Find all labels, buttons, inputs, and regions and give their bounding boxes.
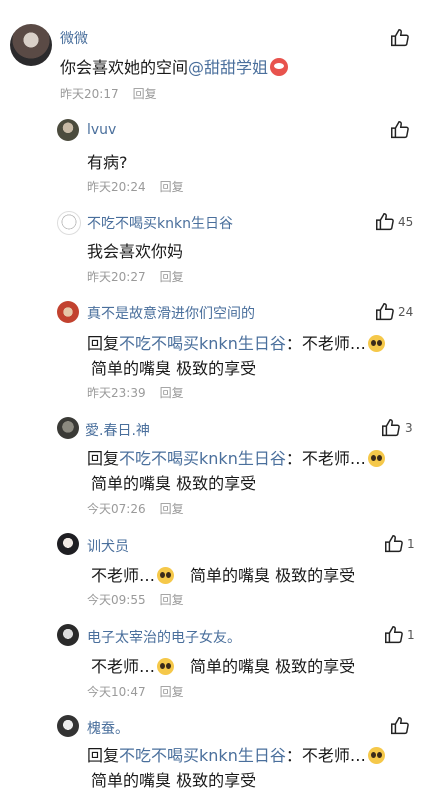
comment-text-prefix: 你会喜欢她的空间 [60, 58, 189, 77]
thumbs-up-icon[interactable] [389, 27, 411, 49]
thumbs-up-icon[interactable] [380, 417, 402, 439]
reply-meta: 今天09:55 回复 [87, 591, 184, 608]
timestamp: 今天09:55 [87, 593, 146, 607]
reply-text-line2: 简单的嘴臭 极致的享受 [91, 359, 257, 378]
like-count: 24 [398, 305, 414, 319]
avatar[interactable] [57, 417, 79, 439]
reply-button[interactable]: 回复 [160, 270, 184, 284]
reply-meta: 今天07:26 回复 [87, 500, 184, 517]
reply-text-a: 不老师… [91, 566, 156, 585]
thumbs-up-icon[interactable] [389, 715, 411, 737]
reply-text-a: 不老师… [91, 657, 156, 676]
timestamp: 今天10:47 [87, 685, 146, 699]
thumbs-up-icon[interactable] [383, 533, 405, 555]
reply-button[interactable]: 回复 [133, 87, 157, 101]
reply-author[interactable]: 真不是故意滑进你们空间的 [87, 303, 255, 323]
reply-text: 不老师… 简单的嘴臭 极致的享受 [91, 562, 355, 586]
avatar[interactable] [57, 119, 79, 141]
reply-prefix: 回复 [87, 334, 120, 353]
reply-author[interactable]: 槐蚕。 [87, 718, 129, 738]
avatar[interactable] [57, 301, 79, 323]
comment-author[interactable]: 微微 [60, 28, 88, 48]
pleading-face-emoji [367, 335, 385, 352]
like-count: 45 [398, 215, 414, 229]
thumbs-up-icon[interactable] [374, 211, 396, 233]
reply-author[interactable]: 不吃不喝买knkn生日谷 [87, 213, 233, 233]
reply-meta: 昨天20:27 回复 [87, 268, 184, 285]
reply-author[interactable]: 愛.春日.神 [85, 420, 150, 440]
pleading-face-emoji [157, 567, 175, 584]
pleading-face-emoji [367, 450, 385, 467]
reply-author[interactable]: 训犬员 [87, 536, 129, 556]
reply-meta: 昨天20:24 回复 [87, 178, 184, 195]
reply-text-suffix: ：不老师… [285, 746, 366, 765]
reply-prefix: 回复 [87, 746, 120, 765]
timestamp: 昨天20:27 [87, 270, 146, 284]
reply-meta: 昨天23:39 回复 [87, 384, 184, 401]
reply-text-line2: 简单的嘴臭 极致的享受 [91, 474, 257, 493]
reply-text: 回复不吃不喝买knkn生日谷：不老师… [87, 330, 387, 354]
reply-author[interactable]: 电子太宰治的电子女友。 [87, 627, 241, 647]
reply-text: 回复不吃不喝买knkn生日谷：不老师… [87, 742, 387, 766]
reply-text-suffix: ：不老师… [285, 449, 366, 468]
reply-button[interactable]: 回复 [160, 386, 184, 400]
avatar[interactable] [57, 211, 81, 235]
pleading-face-emoji [367, 747, 385, 764]
reply-button[interactable]: 回复 [160, 180, 184, 194]
reply-text-b: 简单的嘴臭 极致的享受 [190, 657, 356, 676]
mention-link[interactable]: 不吃不喝买knkn生日谷 [119, 449, 286, 468]
reply-button[interactable]: 回复 [160, 502, 184, 516]
reply-button[interactable]: 回复 [160, 685, 184, 699]
reply-text: 有病? [87, 153, 128, 172]
timestamp: 今天07:26 [87, 502, 146, 516]
reply-text-suffix: ：不老师… [285, 334, 366, 353]
reply-text-line2: 简单的嘴臭 极致的享受 [91, 771, 257, 790]
like-count: 1 [407, 628, 415, 642]
reply-text-b: 简单的嘴臭 极致的享受 [190, 566, 356, 585]
comment-meta: 昨天20:17 回复 [60, 85, 157, 102]
thumbs-up-icon[interactable] [374, 301, 396, 323]
mention-link[interactable]: 不吃不喝买knkn生日谷 [119, 746, 286, 765]
like-count: 1 [407, 537, 415, 551]
like-count: 3 [405, 421, 413, 435]
reply-text: 回复不吃不喝买knkn生日谷：不老师… [87, 445, 387, 469]
avatar[interactable] [57, 624, 79, 646]
reply-author[interactable]: lvuv [87, 122, 116, 138]
thumbs-up-icon[interactable] [389, 119, 411, 141]
reply-meta: 今天10:47 回复 [87, 683, 184, 700]
reply-button[interactable]: 回复 [160, 593, 184, 607]
mention-link[interactable]: 不吃不喝买knkn生日谷 [119, 334, 286, 353]
timestamp: 昨天23:39 [87, 386, 146, 400]
timestamp: 昨天20:17 [60, 87, 119, 101]
reply-text: 我会喜欢你妈 [87, 242, 184, 261]
reply-text: 不老师… 简单的嘴臭 极致的享受 [91, 653, 355, 677]
comment-text: 你会喜欢她的空间@甜甜学姐 [60, 54, 289, 78]
avatar[interactable] [10, 24, 52, 66]
reply-prefix: 回复 [87, 449, 120, 468]
avatar[interactable] [57, 715, 79, 737]
thumbs-up-icon[interactable] [383, 624, 405, 646]
pleading-face-emoji [157, 658, 175, 675]
mention-link[interactable]: @甜甜学姐 [188, 58, 268, 77]
timestamp: 昨天20:24 [87, 180, 146, 194]
shocked-face-emoji [270, 58, 289, 76]
avatar[interactable] [57, 533, 79, 555]
